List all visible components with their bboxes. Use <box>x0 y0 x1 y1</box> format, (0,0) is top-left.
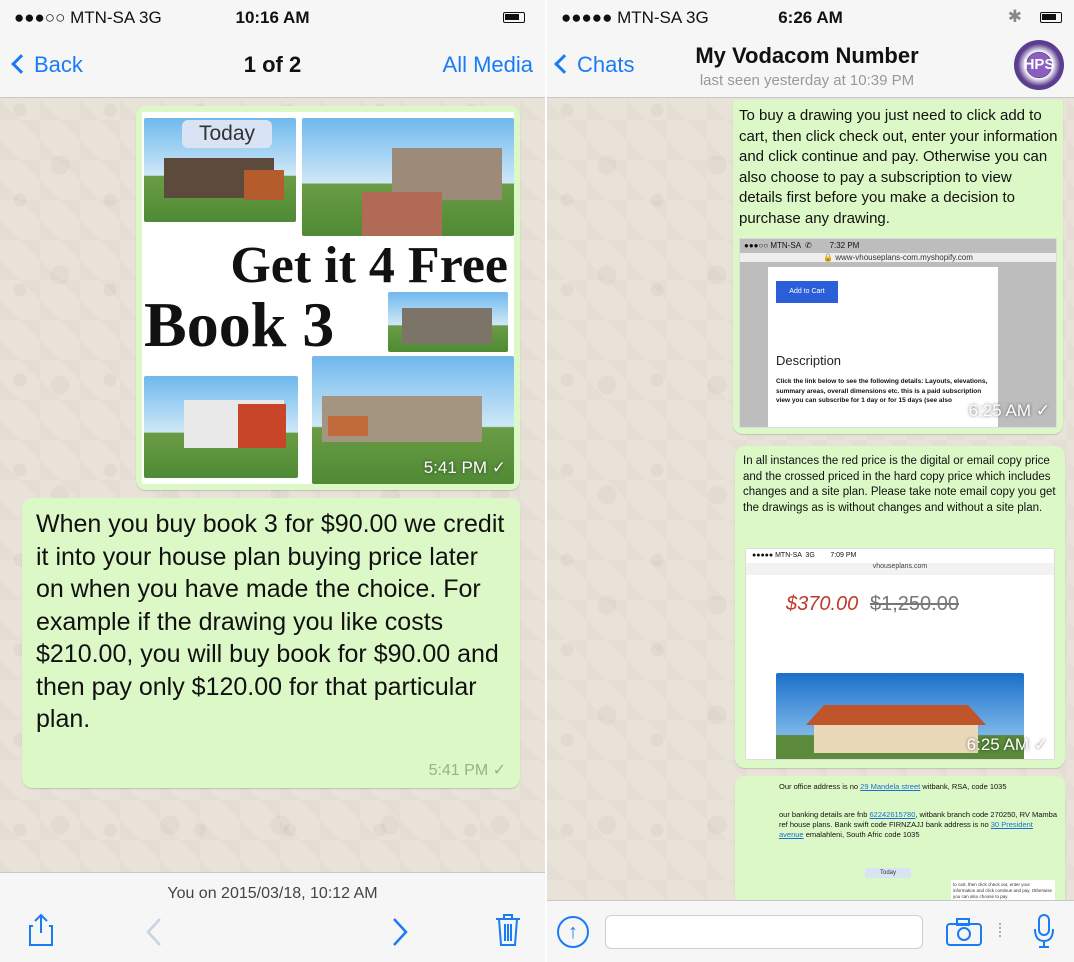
contact-name[interactable]: My Vodacom Number <box>667 43 947 69</box>
office-address: Our office address is no 29 Mandela stre… <box>779 782 1007 791</box>
message-bubble-prices[interactable]: In all instances the red price is the di… <box>735 446 1065 768</box>
media-sender-info: You on 2015/03/18, 10:12 AM <box>167 885 378 902</box>
account-link[interactable]: 62242615780 <box>869 810 915 819</box>
message-bubble-add-to-cart[interactable]: To buy a drawing you just need to click … <box>733 100 1063 434</box>
last-seen: last seen yesterday at 10:39 PM <box>699 72 915 89</box>
shot-status: ●●●○○ MTN-SA ✆ 7:32 PM <box>744 241 860 250</box>
battery-icon <box>503 12 525 23</box>
screenshot-store-page[interactable]: ●●●○○ MTN-SA ✆ 7:32 PM 🔒 www-vhouseplans… <box>739 238 1057 428</box>
battery-icon <box>1040 12 1062 23</box>
bluetooth-icon: ✱ <box>1007 7 1022 26</box>
prev-arrow-icon[interactable] <box>144 917 164 952</box>
description-heading: Description <box>776 353 842 368</box>
separator-dots <box>999 923 1002 937</box>
avatar-initials: HPS <box>1023 56 1055 73</box>
status-time: 10:16 AM <box>235 8 310 27</box>
trash-icon[interactable] <box>494 913 522 952</box>
status-bar: ●●●●● MTN-SA 3G 6:26 AM ✱ <box>547 0 1074 34</box>
digital-price: $370.00 <box>786 593 859 615</box>
message-input[interactable] <box>605 915 923 949</box>
back-to-chats-button[interactable]: Chats <box>554 52 635 78</box>
description-body: Click the link below to see the followin… <box>776 378 988 404</box>
text-message-bubble[interactable]: When you buy book 3 for $90.00 we credit… <box>22 498 520 788</box>
shot-status: ●●●●● MTN-SA 3G 7:09 PM <box>752 552 857 559</box>
promo-image[interactable]: Today Get it 4 Free Book 3 5:41 PM ✓ <box>142 112 514 484</box>
hard-copy-price: $1,250.00 <box>870 593 959 615</box>
status-bar: ●●●○○ MTN-SA 3G 10:16 AM <box>0 0 545 34</box>
camera-icon[interactable] <box>945 917 983 952</box>
house-photo-4 <box>144 376 298 478</box>
house-photo-3 <box>388 292 508 352</box>
next-arrow-icon[interactable] <box>390 917 410 952</box>
message-text: When you buy book 3 for $90.00 we credit… <box>36 510 505 733</box>
chat-screen: ●●●●● MTN-SA 3G 6:26 AM ✱ Chats My Vodac… <box>547 0 1074 962</box>
back-label: Chats <box>577 52 635 77</box>
image-message-bubble[interactable]: Today Get it 4 Free Book 3 5:41 PM ✓ <box>136 106 520 490</box>
media-footer: You on 2015/03/18, 10:12 AM <box>0 872 545 962</box>
message-timestamp: 6:25 AM ✓ <box>968 401 1050 420</box>
contact-avatar[interactable]: HPS <box>1014 40 1064 90</box>
headline-book-3: Book 3 <box>144 289 335 360</box>
media-viewer-screen: ●●●○○ MTN-SA 3G 10:16 AM Back 1 of 2 All… <box>0 0 545 962</box>
today-badge: Today <box>182 120 272 148</box>
message-bubble-banking[interactable]: Our office address is no 29 Mandela stre… <box>735 776 1065 906</box>
status-time: 6:26 AM <box>778 8 843 27</box>
headline-get-it-free: Get it 4 Free <box>230 237 508 294</box>
banking-details: our banking details are fnb 62242615780,… <box>779 810 1057 839</box>
today-badge: Today <box>865 868 911 878</box>
message-timestamp: 5:41 PM ✓ <box>428 762 506 779</box>
share-icon[interactable] <box>28 913 54 952</box>
shot-url: 🔒 www-vhouseplans-com.myshopify.com <box>740 253 1056 262</box>
image-timestamp: 5:41 PM ✓ <box>423 458 506 477</box>
nav-bar: Chats My Vodacom Number last seen yester… <box>547 34 1074 98</box>
message-timestamp: 6:25 AM ✓ <box>966 735 1048 754</box>
screenshot-price-page[interactable]: ●●●●● MTN-SA 3G 7:09 PM vhouseplans.com … <box>745 548 1055 760</box>
add-to-cart-button: Add to Cart <box>776 281 838 303</box>
shot-url: vhouseplans.com <box>746 563 1054 575</box>
nav-bar: Back 1 of 2 All Media <box>0 34 545 98</box>
microphone-icon[interactable] <box>1033 913 1055 954</box>
address-link[interactable]: 29 Mandela street <box>860 782 920 791</box>
upload-icon[interactable]: ↑ <box>557 916 589 948</box>
all-media-button[interactable]: All Media <box>443 52 533 78</box>
message-text: In all instances the red price is the di… <box>743 455 1056 514</box>
house-photo-2 <box>302 118 514 236</box>
chevron-left-icon <box>554 54 574 74</box>
message-input-bar: ↑ <box>547 900 1074 962</box>
message-text: To buy a drawing you just need to click … <box>739 107 1058 227</box>
